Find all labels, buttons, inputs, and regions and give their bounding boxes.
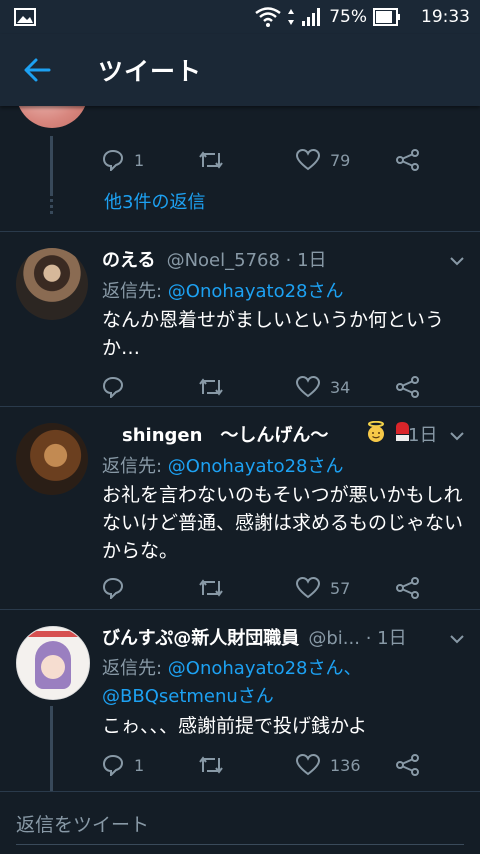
retweet-icon bbox=[199, 378, 223, 396]
like-button[interactable]: 57 bbox=[296, 575, 350, 601]
retweet-icon bbox=[199, 579, 223, 597]
reply-to-prefix: 返信先: bbox=[102, 658, 168, 679]
app-bar: ツイート bbox=[0, 34, 480, 106]
reply-to: 返信先: @Onohayato28さん bbox=[102, 277, 343, 303]
chevron-down-icon[interactable] bbox=[450, 431, 464, 441]
reply-button[interactable]: 1 bbox=[102, 147, 144, 173]
back-arrow-icon[interactable] bbox=[22, 56, 52, 84]
share-button[interactable] bbox=[396, 374, 420, 400]
share-button[interactable] bbox=[396, 752, 420, 778]
tweet-item[interactable]: shingen 〜しんげん〜 1日 返信先: @Onohayato28さん お礼… bbox=[0, 407, 480, 609]
tweet-body: なんか恩着せがましいというか何というか… bbox=[102, 309, 445, 359]
reply-to-prefix: 返信先: bbox=[102, 456, 168, 477]
tweet-actions: 1 79 bbox=[102, 147, 422, 173]
angel-emoji-icon bbox=[366, 420, 386, 443]
page-title: ツイート bbox=[98, 57, 203, 86]
like-count: 79 bbox=[330, 150, 351, 170]
reply-icon bbox=[102, 577, 124, 599]
retweet-button[interactable] bbox=[198, 575, 224, 601]
reply-count: 1 bbox=[134, 755, 145, 775]
retweet-icon bbox=[199, 756, 223, 774]
retweet-button[interactable] bbox=[198, 374, 224, 400]
reply-icon bbox=[102, 754, 124, 776]
share-button[interactable] bbox=[396, 147, 420, 173]
share-icon bbox=[396, 376, 419, 398]
reply-count: 1 bbox=[134, 150, 145, 170]
chevron-down-icon[interactable] bbox=[450, 634, 464, 644]
share-icon bbox=[396, 149, 419, 171]
input-underline bbox=[16, 844, 464, 845]
tweet-actions: 1 136 bbox=[102, 752, 422, 778]
image-icon bbox=[14, 8, 36, 26]
tweet-body: こゎ、、、感謝前提で投げ銭かよ bbox=[102, 715, 368, 737]
status-bar: 75% 19:33 bbox=[0, 0, 480, 34]
tweet-actions: 34 bbox=[102, 374, 422, 400]
reply-composer[interactable]: 返信をツイート bbox=[0, 791, 480, 854]
reply-to: 返信先: @Onohayato28さん bbox=[102, 452, 343, 478]
like-icon bbox=[296, 376, 320, 398]
like-count: 57 bbox=[330, 578, 351, 598]
like-button[interactable]: 79 bbox=[296, 147, 350, 173]
avatar[interactable] bbox=[16, 248, 88, 320]
retweet-button[interactable] bbox=[198, 752, 224, 778]
like-count: 136 bbox=[330, 755, 361, 775]
reply-button[interactable] bbox=[102, 374, 124, 400]
signal-icon bbox=[302, 8, 321, 26]
author-name[interactable]: のえる bbox=[102, 250, 155, 271]
tweet-actions: 57 bbox=[102, 575, 422, 601]
clock: 19:33 bbox=[421, 7, 470, 27]
avatar[interactable] bbox=[16, 423, 88, 495]
share-button[interactable] bbox=[396, 575, 420, 601]
more-replies-link[interactable]: 他3件の返信 bbox=[104, 188, 205, 214]
avatar[interactable] bbox=[16, 626, 90, 700]
like-button[interactable]: 34 bbox=[296, 374, 350, 400]
reply-mention[interactable]: @Onohayato28さん bbox=[168, 281, 344, 302]
wifi-icon bbox=[255, 7, 281, 27]
reply-to-prefix: 返信先: bbox=[102, 281, 168, 302]
reply-mention[interactable]: @Onohayato28さん bbox=[168, 456, 344, 477]
battery-icon bbox=[373, 8, 400, 26]
tweet-item[interactable]: たね 1 79 他3件の返信 bbox=[0, 106, 480, 232]
like-icon bbox=[296, 149, 320, 171]
reply-feed: たね 1 79 他3件の返信 のえる @Noel_5768 · 1日 bbox=[0, 106, 480, 791]
thread-dots bbox=[50, 199, 53, 217]
retweet-icon bbox=[199, 151, 223, 169]
like-icon bbox=[296, 577, 320, 599]
tweet-item[interactable]: びんすぷ@新人財団職員 @bi... · 1日 返信先: @Onohayato2… bbox=[0, 610, 480, 791]
avatar[interactable] bbox=[16, 106, 88, 128]
reply-icon bbox=[102, 376, 124, 398]
reply-input[interactable]: 返信をツイート bbox=[16, 810, 149, 837]
reply-button[interactable]: 1 bbox=[102, 752, 144, 778]
thread-line bbox=[50, 706, 53, 791]
share-icon bbox=[396, 577, 419, 599]
like-count: 34 bbox=[330, 377, 351, 397]
author-handle: 1日 bbox=[408, 425, 438, 446]
author-handle: @Noel_5768 · 1日 bbox=[166, 250, 327, 271]
share-icon bbox=[396, 754, 419, 776]
retweet-button[interactable] bbox=[198, 147, 224, 173]
reply-mention[interactable]: @Onohayato28さん、 bbox=[168, 658, 362, 679]
reply-button[interactable] bbox=[102, 575, 124, 601]
data-arrows-icon bbox=[288, 9, 295, 25]
reply-icon bbox=[102, 149, 124, 171]
chevron-down-icon[interactable] bbox=[450, 256, 464, 266]
tweet-item[interactable]: のえる @Noel_5768 · 1日 返信先: @Onohayato28さん … bbox=[0, 232, 480, 406]
like-icon bbox=[296, 754, 320, 776]
thread-line bbox=[50, 136, 53, 196]
battery-percent: 75% bbox=[329, 7, 367, 27]
author-name[interactable]: びんすぷ@新人財団職員 bbox=[102, 628, 299, 649]
tweet-body: お礼を言わないのもそいつが悪いかもしれないけど普通、感謝は求めるものじゃないから… bbox=[102, 484, 464, 562]
like-button[interactable]: 136 bbox=[296, 752, 361, 778]
reply-to: 返信先: @Onohayato28さん、 @BBQsetmenuさん bbox=[102, 655, 361, 711]
author-handle: @bi... · 1日 bbox=[308, 628, 407, 649]
author-name[interactable]: shingen 〜しんげん〜 bbox=[122, 425, 328, 446]
reply-mention[interactable]: @BBQsetmenuさん bbox=[102, 686, 274, 707]
